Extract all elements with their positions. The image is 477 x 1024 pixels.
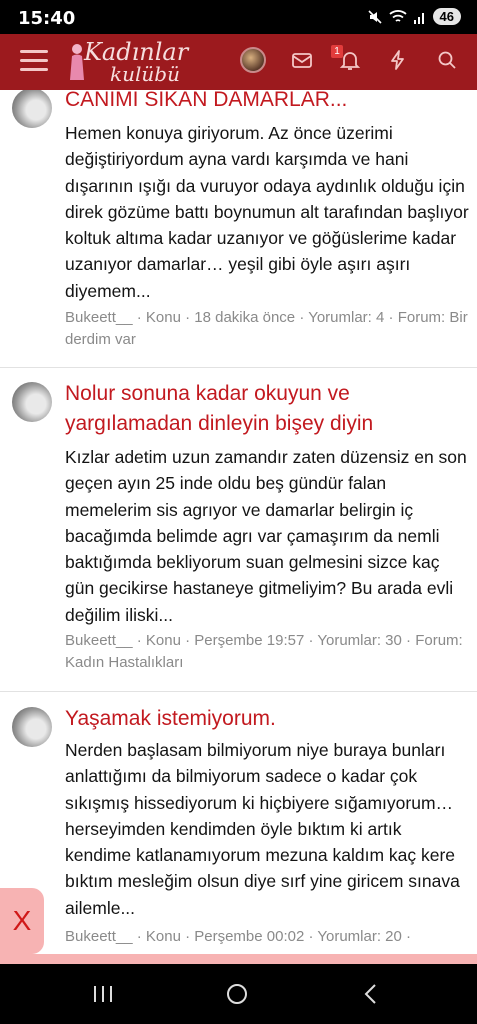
home-icon[interactable] (222, 982, 252, 1006)
status-time: 15:40 (18, 8, 76, 29)
divider (0, 691, 477, 692)
thread-meta: Bukeett__ · Konu · Perşembe 00:02 · Yoru… (65, 928, 412, 945)
back-icon[interactable] (356, 982, 386, 1006)
signal-icon (413, 12, 424, 24)
avatar[interactable] (12, 382, 52, 422)
wifi-icon (388, 9, 407, 22)
menu-icon[interactable] (20, 50, 48, 72)
search-icon[interactable] (435, 48, 459, 72)
site-logo[interactable]: Kadınlar kulübü (66, 38, 196, 86)
notification-badge: 1 (331, 45, 343, 58)
lightning-icon[interactable] (386, 48, 410, 72)
thread-snippet: Kızlar adetim uzun zamandır zaten düzens… (65, 447, 467, 625)
thread-meta: Bukeett__ · Konu · 18 dakika önce · Yoru… (65, 309, 468, 348)
avatar[interactable] (12, 707, 52, 747)
divider (0, 367, 477, 368)
system-navigation-bar (0, 964, 477, 1024)
status-icons: 46 (367, 8, 461, 25)
mute-icon (367, 9, 382, 24)
user-avatar[interactable] (240, 47, 266, 73)
ad-close-button[interactable]: X (0, 888, 44, 954)
avatar[interactable] (12, 90, 52, 128)
logo-text-line2: kulübü (110, 62, 180, 86)
battery-indicator: 46 (432, 8, 461, 25)
thread-snippet: Hemen konuya giriyorum. Az önce üzerimi … (65, 123, 469, 301)
thread-list: CANIMI SIKAN DAMARLAR... Hemen konuya gi… (0, 90, 477, 964)
thread-meta: Bukeett__ · Konu · Perşembe 19:57 · Yoru… (65, 632, 463, 671)
status-bar: 15:40 46 (0, 0, 477, 34)
thread-title[interactable]: Nolur sonuna kadar okuyun ve yargılamada… (65, 379, 465, 439)
recent-apps-icon[interactable] (88, 982, 118, 1006)
ad-banner[interactable] (0, 954, 477, 964)
mail-icon[interactable] (290, 48, 314, 72)
thread-snippet: Nerden başlasam bilmiyorum niye buraya b… (65, 740, 460, 918)
thread-title[interactable]: Yaşamak istemiyorum. (65, 704, 465, 734)
thread-title[interactable]: CANIMI SIKAN DAMARLAR... (65, 90, 465, 115)
